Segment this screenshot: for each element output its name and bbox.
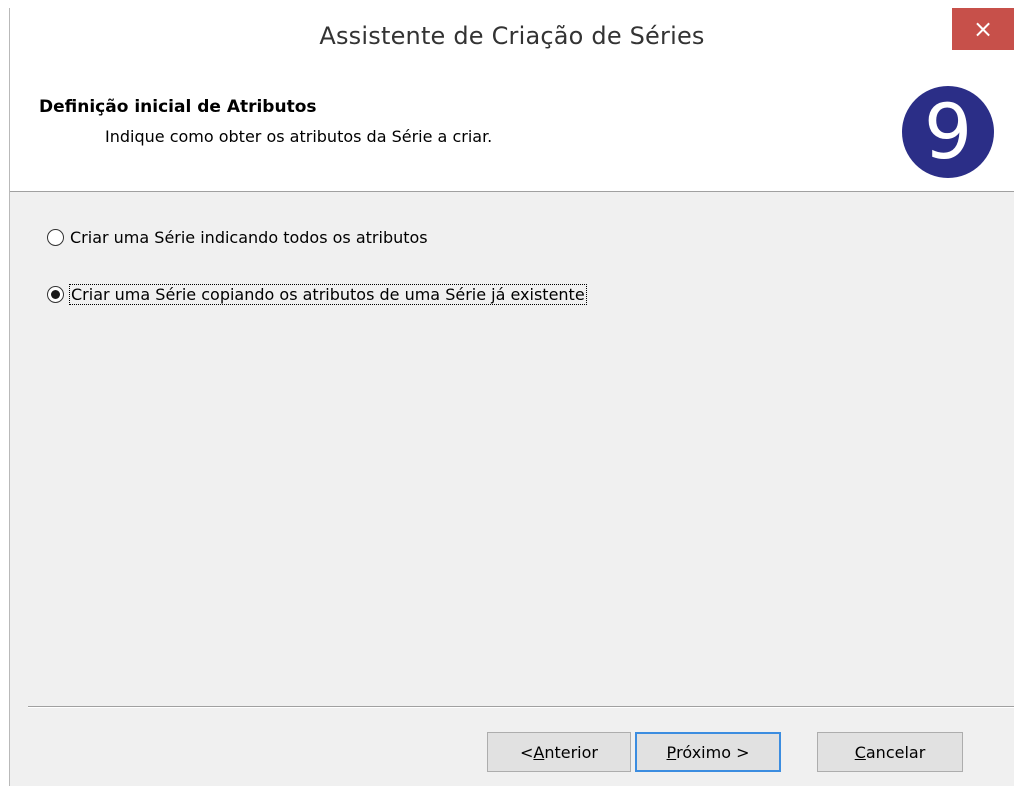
- wizard-content: Criar uma Série indicando todos os atrib…: [10, 192, 1014, 786]
- mnemonic: P: [666, 742, 677, 762]
- option-copy-attributes[interactable]: Criar uma Série copiando os atributos de…: [47, 284, 587, 305]
- option-label: Criar uma Série copiando os atributos de…: [69, 284, 587, 305]
- back-button[interactable]: < Anterior: [487, 732, 631, 772]
- primavera-9-logo-icon: 9: [902, 86, 994, 178]
- button-label: nterior: [544, 742, 598, 762]
- wizard-window: Assistente de Criação de Séries × Defini…: [9, 8, 1014, 786]
- button-label: ancelar: [865, 742, 926, 762]
- cancel-button[interactable]: Cancelar: [817, 732, 963, 772]
- step-title: Definição inicial de Atributos: [39, 97, 317, 117]
- close-icon: ×: [972, 15, 994, 43]
- close-button[interactable]: ×: [952, 8, 1014, 50]
- footer-separator: [28, 706, 1014, 708]
- mnemonic: A: [533, 742, 545, 762]
- button-label-prefix: <: [519, 742, 534, 762]
- step-description: Indique como obter os atributos da Série…: [105, 127, 493, 146]
- window-title: Assistente de Criação de Séries: [319, 22, 705, 50]
- mnemonic: C: [854, 742, 866, 762]
- wizard-header: Definição inicial de Atributos Indique c…: [10, 72, 1014, 192]
- radio-create-all-attributes[interactable]: [47, 229, 64, 246]
- next-button[interactable]: Próximo >: [635, 732, 781, 772]
- option-label: Criar uma Série indicando todos os atrib…: [70, 228, 428, 247]
- radio-copy-attributes[interactable]: [47, 286, 64, 303]
- option-create-all-attributes[interactable]: Criar uma Série indicando todos os atrib…: [47, 228, 428, 247]
- button-label: róximo >: [676, 742, 750, 762]
- logo-glyph: 9: [924, 87, 972, 176]
- title-bar[interactable]: Assistente de Criação de Séries ×: [10, 8, 1014, 72]
